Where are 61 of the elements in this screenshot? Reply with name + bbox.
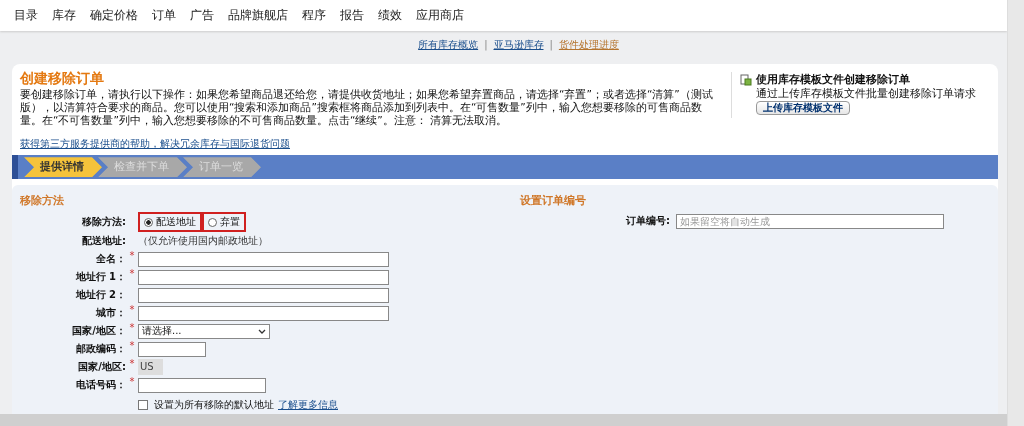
upload-title: 使用库存模板文件创建移除订单	[756, 72, 910, 88]
checkbox[interactable]	[138, 400, 148, 411]
input-field[interactable]	[138, 305, 389, 321]
option-label[interactable]: 配送地址	[156, 215, 196, 230]
input-field[interactable]	[138, 377, 266, 393]
field-label: 邮政编码：	[75, 342, 126, 357]
required-mark: *	[128, 322, 136, 334]
required-mark: *	[128, 340, 136, 352]
field-label: 移除方法:	[81, 215, 126, 230]
required-mark: *	[128, 250, 136, 262]
nav-menu-item[interactable]: 库存	[52, 7, 76, 25]
link-separator: |	[484, 39, 488, 51]
required-mark: *	[128, 304, 136, 316]
nav-menu-item[interactable]: 订单	[152, 7, 176, 25]
required-mark: *	[128, 358, 136, 370]
input-field[interactable]	[138, 269, 389, 285]
field-label: 全名：	[95, 252, 126, 267]
order-number-field[interactable]: 如果留空将自动生成	[676, 213, 944, 229]
upload-description: 通过上传库存模板文件批量创建移除订单请求	[755, 87, 977, 102]
instructions-text: 要创建移除订单，请执行以下操作：如果您希望商品退还给您，请提供收货地址；如果您希望弃置商品，请选择“弃置”；或者选择“清算”（测试版），以清算符合要求的商品。您可以使用“搜索和添加商品”搜索框将商品添加到列表中。在“可售数量”列中，输入您想要移除的可售商品数量。在“不可售数量”列中，输入您想要移除的不可售商品数量。点击“继续”。注意： 清算无法取消。	[20, 88, 714, 128]
checkbox-label: 设置为所有移除的默认地址	[154, 398, 274, 413]
country-field: US	[138, 359, 163, 376]
field-label: 地址行 1：	[74, 270, 126, 285]
nav-menu-item[interactable]: 绩效	[378, 7, 402, 25]
subnav-link[interactable]: 货件处理进度	[558, 37, 619, 52]
page-title: 创建移除订单	[20, 70, 105, 89]
required-mark: *	[128, 268, 136, 280]
required-mark: *	[128, 376, 136, 388]
option-label[interactable]: 弃置	[220, 215, 240, 230]
input-field[interactable]	[138, 287, 389, 303]
chevron-down-icon	[258, 328, 266, 334]
input-field[interactable]	[138, 341, 206, 357]
radio-button[interactable]	[208, 217, 217, 227]
field-label: 国家/地区:	[77, 360, 126, 375]
radio-button[interactable]	[144, 217, 153, 227]
field-label: 国家/地区：	[71, 324, 126, 339]
upload-template-button[interactable]: 上传库存模板文件	[756, 101, 850, 116]
section-heading: 移除方法	[20, 193, 65, 209]
step-tab[interactable]: 提供详情	[24, 157, 102, 178]
learn-more-link[interactable]: 了解更多信息	[278, 398, 338, 413]
nav-menu-item[interactable]: 报告	[340, 7, 364, 25]
country-dropdown[interactable]: 请选择...	[138, 323, 270, 339]
field-label: 订单编号:	[625, 214, 670, 229]
nav-menu-item[interactable]: 应用商店	[416, 7, 464, 25]
nav-menu-item[interactable]: 品牌旗舰店	[228, 7, 288, 25]
section-heading: 设置订单编号	[520, 193, 587, 209]
subnav-link[interactable]: 所有库存概览	[418, 37, 479, 52]
nav-menu-item[interactable]: 广告	[190, 7, 214, 25]
document-icon	[740, 73, 752, 86]
address-note: （仅允许使用国内邮政地址）	[138, 234, 268, 249]
field-label: 电话号码：	[75, 378, 126, 393]
input-field[interactable]	[138, 251, 389, 267]
field-label: 配送地址:	[81, 234, 126, 249]
link-separator: |	[549, 39, 553, 51]
subnav-link[interactable]: 亚马逊库存	[493, 37, 544, 52]
field-label: 地址行 2：	[74, 288, 126, 303]
nav-menu-item[interactable]: 程序	[302, 7, 326, 25]
nav-menu-item[interactable]: 确定价格	[90, 7, 138, 25]
nav-menu-item[interactable]: 目录	[14, 7, 38, 25]
field-label: 城市：	[95, 306, 126, 321]
help-link[interactable]: 获得第三方服务提供商的帮助，解决冗余库存与国际退货问题	[20, 137, 998, 152]
